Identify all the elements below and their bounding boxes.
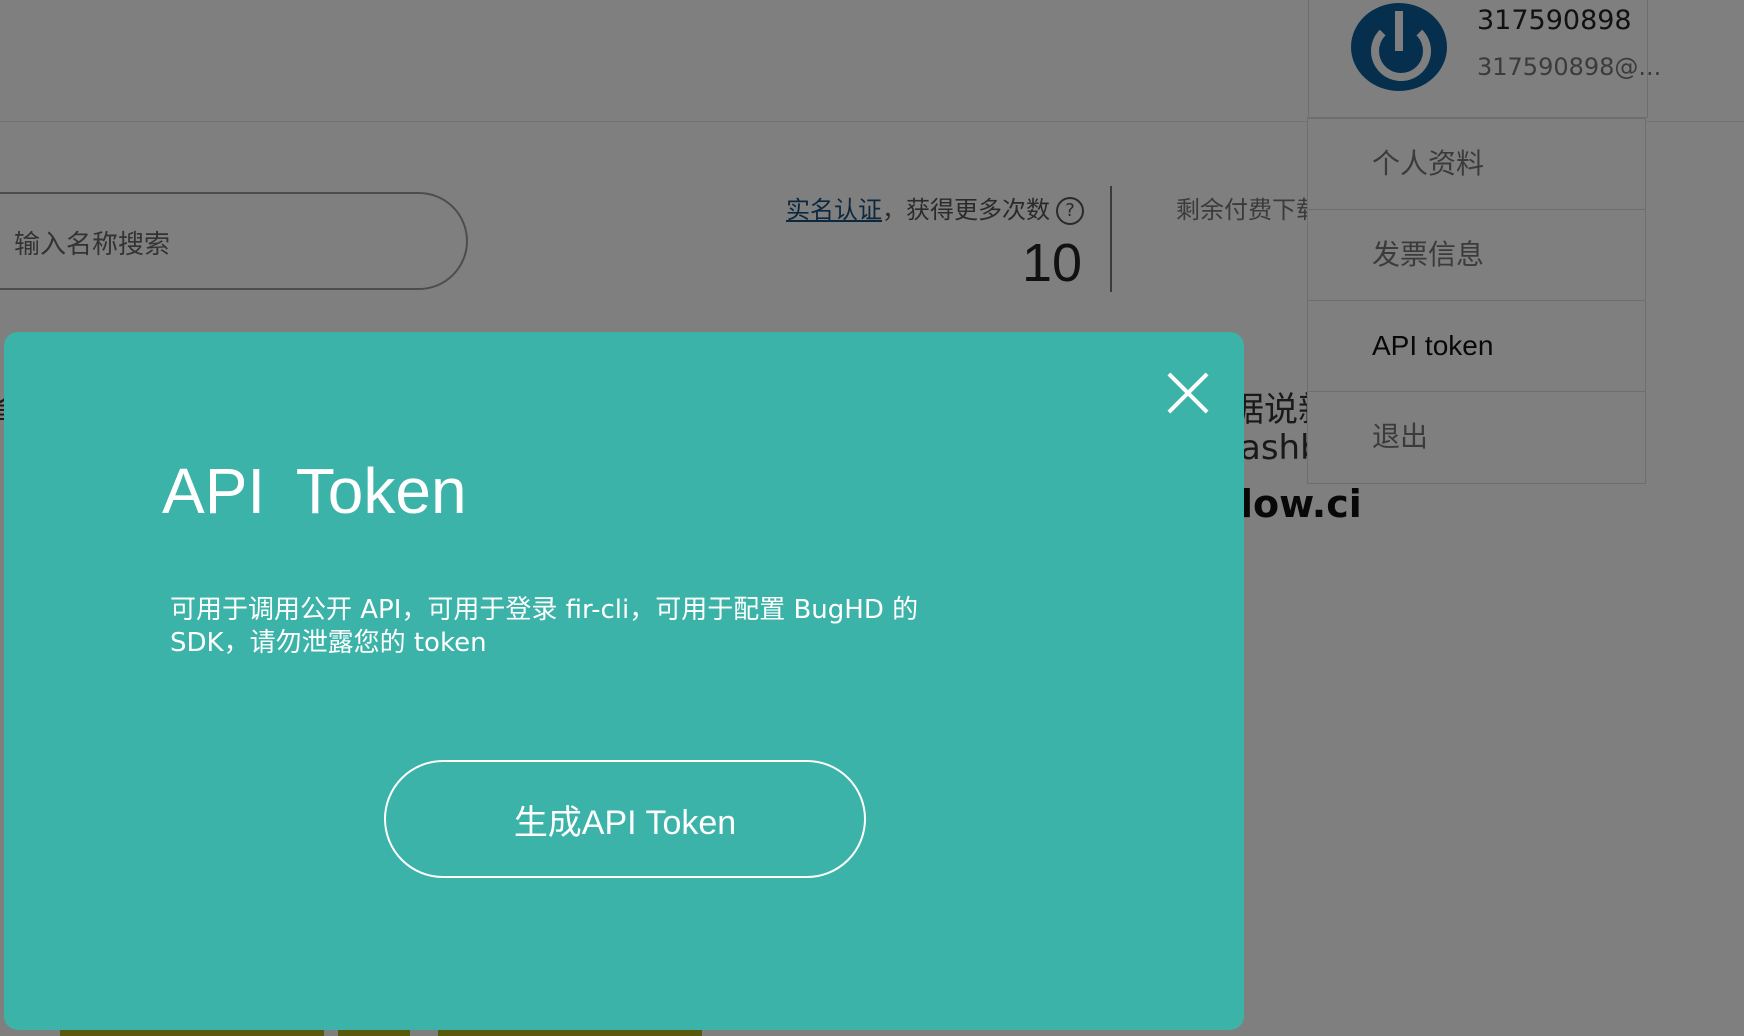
generate-token-button[interactable]: 生成API Token xyxy=(384,760,866,878)
api-token-modal: API Token 可用于调用公开 API，可用于登录 fir-cli，可用于配… xyxy=(4,332,1244,1030)
modal-title: API Token xyxy=(162,455,467,527)
modal-description: 可用于调用公开 API，可用于登录 fir-cli，可用于配置 BugHD 的 … xyxy=(170,595,919,658)
close-icon[interactable] xyxy=(1164,368,1214,418)
